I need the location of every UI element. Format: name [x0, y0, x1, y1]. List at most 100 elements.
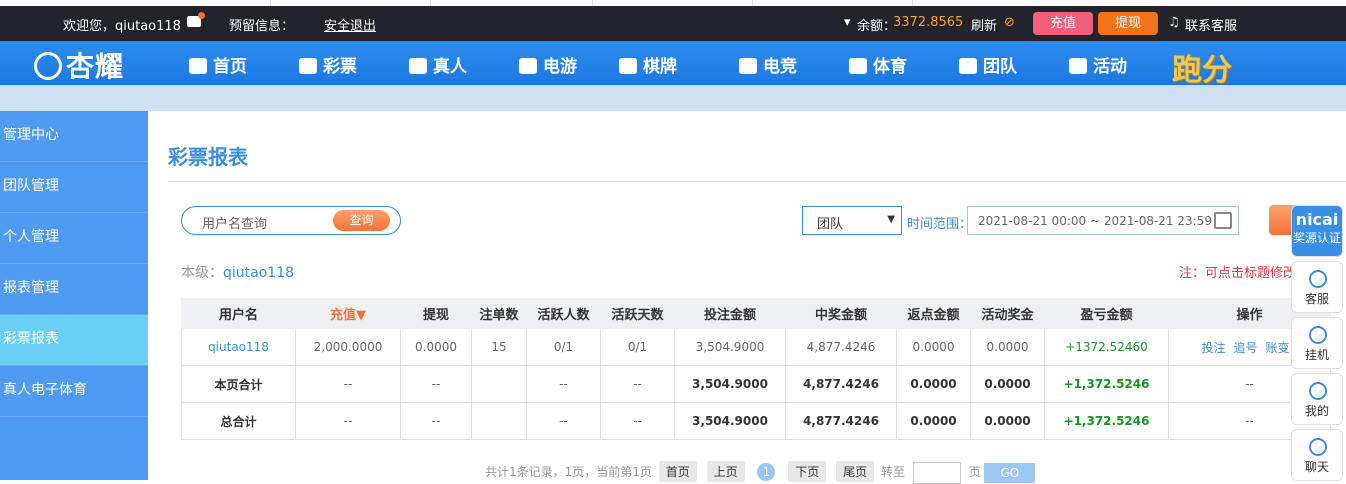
- chase-link[interactable]: 追号: [1233, 341, 1257, 355]
- search-box: 用户名查询 查询: [181, 206, 401, 235]
- col-orders[interactable]: 注单数: [471, 298, 527, 329]
- withdraw-button[interactable]: 提现: [1098, 12, 1158, 35]
- nav-label: 彩票: [323, 57, 357, 77]
- cell-active-users: --: [526, 365, 601, 403]
- cell-recharge: --: [295, 365, 401, 403]
- search-input[interactable]: 用户名查询: [202, 213, 267, 232]
- my-account-button[interactable]: 我的: [1291, 373, 1343, 425]
- nav-lottery[interactable]: 彩票: [299, 52, 357, 77]
- nav-label: 团队: [983, 57, 1017, 77]
- col-recharge[interactable]: 充值▼: [295, 298, 401, 329]
- calendar-icon[interactable]: [1214, 212, 1232, 229]
- last-page-button[interactable]: 尾页: [836, 461, 875, 482]
- nav-live[interactable]: 真人: [409, 52, 467, 77]
- col-username[interactable]: 用户名: [181, 298, 296, 329]
- col-rebate[interactable]: 返点金额: [896, 298, 971, 329]
- table-row: 总合计 -- -- -- -- 3,504.9000 4,877.4246 0.…: [181, 402, 1331, 440]
- sidebar-item-lottery-report[interactable]: 彩票报表: [0, 315, 148, 366]
- page-number-input[interactable]: [912, 461, 961, 484]
- col-bonus[interactable]: 活动奖金: [970, 298, 1045, 329]
- balance-value: 3372.8565: [893, 15, 964, 30]
- cell-rebate: 0.0000: [896, 328, 971, 366]
- col-active-users[interactable]: 活跃人数: [526, 298, 601, 329]
- nav-cards[interactable]: 棋牌: [619, 52, 677, 77]
- float-label: 我的: [1304, 404, 1329, 418]
- home-icon: [189, 58, 207, 74]
- sidebar: 管理中心 团队管理 个人管理 报表管理 彩票报表 真人电子体育: [0, 111, 148, 480]
- eye-off-icon[interactable]: ⊘: [1004, 15, 1015, 30]
- paofen-banner[interactable]: 跑分: [1172, 45, 1232, 89]
- customer-service-button[interactable]: 客服: [1291, 261, 1343, 313]
- main-panel: 彩票报表 用户名查询 查询 团队 ▼ 时间范围： 2021-08-21 00:0…: [148, 111, 1346, 484]
- chevron-down-icon[interactable]: ▾: [844, 15, 851, 30]
- nav-esports[interactable]: 电竞: [739, 52, 797, 77]
- nav-team[interactable]: 团队: [959, 52, 1017, 77]
- cell-win-amount: 4,877.4246: [785, 328, 897, 366]
- ticket-icon: [299, 58, 317, 74]
- sidebar-item-reports[interactable]: 报表管理: [0, 264, 148, 315]
- pagination: 共计1条记录，1页，当前第1页 首页 上页 1 下页 尾页 转至 页 GO: [485, 461, 1036, 484]
- ledger-link[interactable]: 账变: [1266, 341, 1290, 355]
- next-page-button[interactable]: 下页: [788, 461, 827, 482]
- sidebar-item-team[interactable]: 团队管理: [0, 162, 148, 213]
- nicai-badge[interactable]: nicai 奖源认证: [1291, 205, 1343, 257]
- sidebar-item-management[interactable]: 管理中心: [0, 111, 148, 162]
- scope-select[interactable]: 团队 ▼: [802, 206, 902, 235]
- info-bar: 欢迎您，qiutao118 预留信息： 安全退出 ▾ 余额： 3372.8565…: [0, 6, 1346, 41]
- sidebar-item-live-sports[interactable]: 真人电子体育: [0, 366, 148, 417]
- cell-win-amount: 4,877.4246: [785, 402, 897, 440]
- level-user-link[interactable]: qiutao118: [223, 265, 294, 281]
- nicai-label: nicai: [1295, 210, 1339, 229]
- page-unit-label: 页: [968, 465, 981, 479]
- cell-withdraw: --: [400, 365, 472, 403]
- brand-logo[interactable]: 杏耀: [34, 45, 144, 83]
- prev-page-button[interactable]: 上页: [706, 461, 745, 482]
- sidebar-item-personal[interactable]: 个人管理: [0, 213, 148, 264]
- first-page-button[interactable]: 首页: [658, 461, 697, 482]
- col-withdraw[interactable]: 提现: [400, 298, 472, 329]
- nav-home[interactable]: 首页: [189, 52, 247, 77]
- bet-link[interactable]: 投注: [1201, 341, 1225, 355]
- mail-icon[interactable]: [187, 12, 205, 27]
- cell-username[interactable]: qiutao118: [181, 328, 296, 366]
- page-title: 彩票报表: [168, 145, 248, 169]
- nav-slots[interactable]: 电游: [519, 52, 577, 77]
- nav-label: 首页: [213, 57, 247, 77]
- notice-label: 预留信息：: [229, 19, 295, 34]
- nav-sports[interactable]: 体育: [849, 52, 907, 77]
- nav-label: 体育: [873, 57, 907, 77]
- balance-label: 余额：: [857, 19, 897, 34]
- col-profit[interactable]: 盈亏金额: [1044, 298, 1169, 329]
- recharge-button[interactable]: 充值: [1033, 12, 1093, 35]
- cell-active-days: --: [600, 365, 675, 403]
- col-bet-amount[interactable]: 投注金额: [674, 298, 786, 329]
- cell-orders: [471, 402, 527, 440]
- cell-bonus: 0.0000: [970, 365, 1045, 403]
- support-link[interactable]: 联系客服: [1185, 15, 1237, 34]
- controller-icon: [739, 58, 757, 74]
- cell-label: 本页合计: [181, 365, 296, 403]
- col-active-days[interactable]: 活跃天数: [600, 298, 675, 329]
- title-divider: [168, 181, 1346, 182]
- auto-bet-button[interactable]: 挂机: [1291, 317, 1343, 369]
- refresh-link[interactable]: 刷新: [971, 15, 997, 34]
- pager-info: 共计1条记录，1页，当前第1页: [485, 465, 652, 479]
- date-range-input[interactable]: 2021-08-21 00:00 ~ 2021-08-21 23:59: [967, 206, 1239, 235]
- person-icon: [409, 58, 427, 74]
- chat-icon: [1309, 438, 1327, 456]
- users-icon: [959, 58, 977, 74]
- diamond-icon: [1309, 326, 1327, 344]
- logout-link[interactable]: 安全退出: [324, 15, 376, 34]
- gamepad-icon: [519, 58, 537, 74]
- nicai-sub-label: 奖源认证: [1292, 231, 1341, 245]
- cards-icon: [619, 58, 637, 74]
- main-nav: 杏耀 首页 彩票 真人 电游 棋牌 电竞 体育 团队 活动 跑分: [0, 41, 1346, 88]
- col-win-amount[interactable]: 中奖金额: [785, 298, 897, 329]
- nav-activity[interactable]: 活动: [1069, 52, 1127, 77]
- current-page[interactable]: 1: [757, 463, 776, 481]
- sub-header-strip: [0, 85, 1346, 111]
- chat-button[interactable]: 聊天: [1291, 429, 1343, 481]
- user-icon: [1309, 382, 1327, 400]
- goto-label: 转至: [880, 465, 905, 479]
- search-button[interactable]: 查询: [333, 210, 390, 231]
